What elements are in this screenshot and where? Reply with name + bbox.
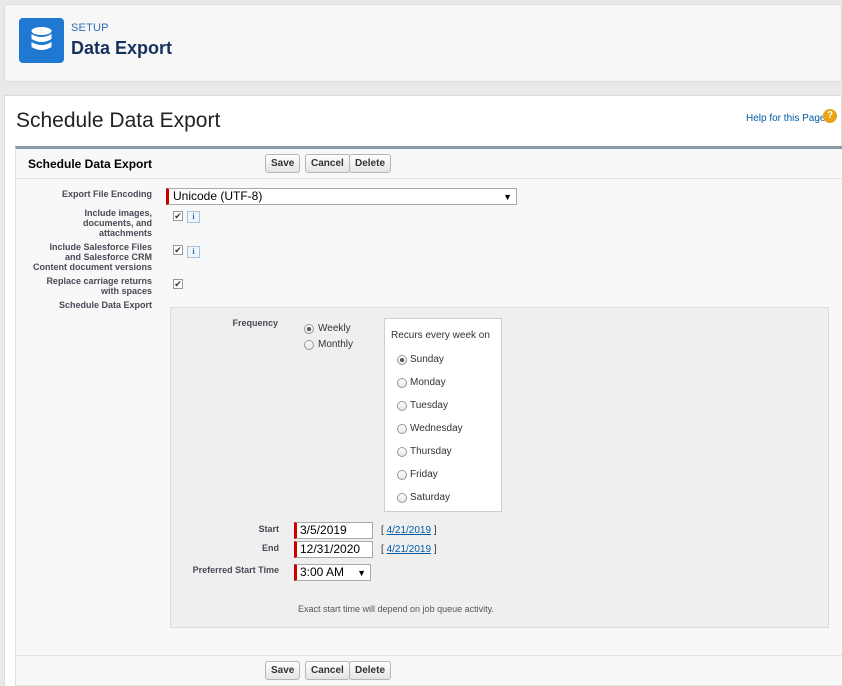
day-friday-label[interactable]: Friday: [410, 469, 438, 480]
end-date-input[interactable]: 12/31/2020: [294, 541, 373, 558]
block-header: Schedule Data Export Save Cancel Delete: [16, 149, 842, 179]
save-button[interactable]: Save: [265, 661, 301, 680]
delete-button[interactable]: Delete: [349, 154, 392, 173]
include-images-label: Include images, documents, and attachmen…: [82, 208, 152, 238]
preferred-time-label: Preferred Start Time: [192, 565, 279, 575]
day-sunday-label[interactable]: Sunday: [410, 354, 444, 365]
start-date-input[interactable]: 3/5/2019: [294, 522, 373, 539]
schedule-section: Frequency Weekly Monthly Recurs every we…: [170, 307, 829, 628]
weekday-picker: Recurs every week on Sunday Monday Tuesd…: [384, 318, 502, 512]
frequency-monthly-label[interactable]: Monthly: [318, 339, 353, 350]
day-thursday-label[interactable]: Thursday: [410, 446, 452, 457]
include-images-checkbox[interactable]: ✔: [173, 211, 183, 221]
setup-header: SETUP Data Export: [4, 4, 842, 82]
database-icon: [19, 18, 64, 63]
preferred-time-value: 3:00 AM: [300, 565, 345, 579]
day-saturday-label[interactable]: Saturday: [410, 492, 450, 503]
cancel-button[interactable]: Cancel: [305, 661, 350, 680]
frequency-weekly-radio[interactable]: [304, 324, 314, 334]
day-monday-radio[interactable]: [397, 378, 407, 388]
main-panel: Schedule Data Export Help for this Page …: [4, 95, 842, 686]
page-title: Schedule Data Export: [16, 109, 221, 132]
block-title: Schedule Data Export: [28, 157, 153, 171]
end-today-link-wrap: [ 4/21/2019 ]: [381, 544, 437, 555]
replace-cr-label: Replace carriage returns with spaces: [46, 276, 152, 296]
help-link[interactable]: Help for this Page: [746, 113, 826, 124]
setup-eyebrow: SETUP: [71, 22, 109, 34]
cancel-button[interactable]: Cancel: [305, 154, 350, 173]
start-today-link-wrap: [ 4/21/2019 ]: [381, 525, 437, 536]
recurs-label: Recurs every week on: [391, 330, 490, 341]
queue-note: Exact start time will depend on job queu…: [298, 604, 494, 614]
frequency-monthly-radio[interactable]: [304, 340, 314, 350]
info-icon[interactable]: i: [187, 211, 200, 223]
end-today-link[interactable]: 4/21/2019: [387, 544, 432, 555]
day-wednesday-radio[interactable]: [397, 424, 407, 434]
day-sunday-radio[interactable]: [397, 355, 407, 365]
help-icon[interactable]: ?: [823, 109, 837, 123]
start-label: Start: [258, 524, 279, 534]
block-footer: Save Cancel Delete: [16, 655, 842, 686]
day-thursday-radio[interactable]: [397, 447, 407, 457]
schedule-label: Schedule Data Export: [58, 300, 152, 310]
include-files-label: Include Salesforce Files and Salesforce …: [32, 242, 152, 272]
encoding-select[interactable]: Unicode (UTF-8) ▼: [166, 188, 517, 205]
chevron-down-icon: ▼: [357, 568, 366, 578]
replace-cr-checkbox[interactable]: ✔: [173, 279, 183, 289]
info-icon[interactable]: i: [187, 246, 200, 258]
schedule-export-block: Schedule Data Export Save Cancel Delete …: [15, 146, 842, 686]
day-monday-label[interactable]: Monday: [410, 377, 446, 388]
frequency-weekly-label[interactable]: Weekly: [318, 323, 351, 334]
end-label: End: [262, 543, 279, 553]
save-button[interactable]: Save: [265, 154, 301, 173]
encoding-value: Unicode (UTF-8): [173, 189, 263, 203]
delete-button[interactable]: Delete: [349, 661, 392, 680]
day-wednesday-label[interactable]: Wednesday: [410, 423, 463, 434]
chevron-down-icon: ▼: [503, 192, 512, 202]
include-files-checkbox[interactable]: ✔: [173, 245, 183, 255]
frequency-label: Frequency: [232, 318, 278, 328]
day-tuesday-label[interactable]: Tuesday: [410, 400, 448, 411]
start-today-link[interactable]: 4/21/2019: [387, 525, 432, 536]
day-tuesday-radio[interactable]: [397, 401, 407, 411]
day-saturday-radio[interactable]: [397, 493, 407, 503]
preferred-time-select[interactable]: 3:00 AM ▼: [294, 564, 371, 581]
setup-title: Data Export: [71, 38, 173, 58]
day-friday-radio[interactable]: [397, 470, 407, 480]
encoding-label: Export File Encoding: [61, 189, 152, 199]
